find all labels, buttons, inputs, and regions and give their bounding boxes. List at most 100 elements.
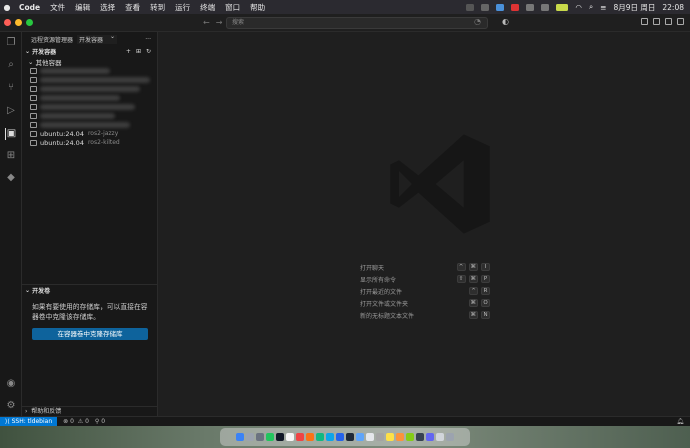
app-icon[interactable] — [416, 433, 424, 441]
app-icon[interactable] — [326, 433, 334, 441]
menu-window[interactable]: 窗口 — [220, 2, 245, 13]
shortcut-open-file-folder[interactable]: 打开文件或文件夹 ⌘ O — [360, 298, 490, 308]
accounts-contrast-icon[interactable]: ◐ — [502, 17, 509, 26]
menu-selection[interactable]: 选择 — [95, 2, 120, 13]
shortcut-open-chat[interactable]: 打开聊天 ^ ⌘ I — [360, 262, 490, 272]
app-icon[interactable] — [396, 433, 404, 441]
minimize-window-button[interactable] — [15, 19, 22, 26]
ports-status[interactable]: ⚲ 0 — [95, 418, 105, 425]
container-row-hidden[interactable] — [22, 93, 157, 102]
battery-icon[interactable] — [556, 3, 569, 11]
close-window-button[interactable] — [4, 19, 11, 26]
trash-icon[interactable] — [446, 433, 454, 441]
app-icon[interactable] — [376, 433, 384, 441]
menu-run[interactable]: 运行 — [170, 2, 195, 13]
command-center-search[interactable]: 搜索 — [226, 17, 488, 29]
help-feedback-section[interactable]: › 帮助和反馈 — [22, 406, 158, 416]
activity-bar: ❐ ⌕ ⑂ ▷ ▣ ⊞ ◆ ◉ ⚙ — [0, 32, 22, 416]
sidebar-title: 远程资源管理器 — [31, 36, 74, 44]
wifi-icon[interactable]: ◠ — [575, 3, 582, 12]
extensions-icon[interactable]: ⊞ — [5, 150, 17, 162]
app-icon[interactable] — [426, 433, 434, 441]
app-icon[interactable] — [366, 433, 374, 441]
app-icon[interactable] — [356, 433, 364, 441]
key-cap: ⇧ — [456, 275, 466, 283]
toggle-primary-sidebar-icon[interactable] — [641, 18, 648, 25]
source-control-icon[interactable]: ⑂ — [5, 82, 17, 94]
container-row[interactable]: ubuntu:24.04 ros2-kilted — [22, 138, 157, 147]
menu-file[interactable]: 文件 — [45, 2, 70, 13]
tray-icon[interactable] — [481, 3, 490, 11]
tray-icon[interactable] — [496, 3, 505, 11]
app-icon[interactable] — [346, 433, 354, 441]
container-row-hidden[interactable] — [22, 66, 157, 75]
menu-edit[interactable]: 编辑 — [70, 2, 95, 13]
customize-layout-icon[interactable] — [677, 18, 684, 25]
search-icon[interactable]: ⌕ — [589, 2, 593, 12]
menu-go[interactable]: 转到 — [145, 2, 170, 13]
account-icon[interactable]: ◉ — [5, 378, 17, 390]
python-icon[interactable]: ◆ — [5, 172, 17, 184]
app-icon[interactable] — [306, 433, 314, 441]
copilot-icon[interactable]: ◔ — [474, 17, 481, 26]
apple-icon[interactable]: ● — [0, 3, 14, 12]
container-row-hidden[interactable] — [22, 84, 157, 93]
container-name: ubuntu:24.04 — [40, 138, 84, 147]
explorer-icon[interactable]: ❐ — [5, 37, 17, 49]
menu-help[interactable]: 帮助 — [245, 2, 270, 13]
app-icon[interactable] — [406, 433, 414, 441]
notifications-bell-icon[interactable]: 🔔︎ — [676, 418, 684, 425]
finder-icon[interactable] — [236, 433, 244, 441]
settings-app-icon[interactable] — [256, 433, 264, 441]
chrome-icon[interactable] — [266, 433, 274, 441]
run-debug-icon[interactable]: ▷ — [5, 105, 17, 117]
typora-icon[interactable] — [286, 433, 294, 441]
container-row-hidden[interactable] — [22, 75, 157, 84]
wechat-icon[interactable] — [316, 433, 324, 441]
menubar-date[interactable]: 8月9日 周日 — [613, 2, 655, 13]
back-arrow-icon[interactable]: ← — [203, 18, 210, 27]
section-dev-containers[interactable]: ⌄ 开发容器 + ⊞ ↻ — [22, 46, 157, 57]
menu-view[interactable]: 查看 — [120, 2, 145, 13]
notes-icon[interactable] — [386, 433, 394, 441]
toggle-panel-icon[interactable] — [653, 18, 660, 25]
menubar-time[interactable]: 22:08 — [662, 3, 684, 12]
remote-type-dropdown[interactable]: 开发容器 — [77, 33, 118, 44]
container-row-hidden[interactable] — [22, 120, 157, 129]
new-window-icon[interactable]: ⊞ — [136, 48, 141, 55]
clone-in-volume-button[interactable]: 在容器卷中克隆存储库 — [32, 328, 148, 340]
group-other-containers[interactable]: ⌄ 其他容器 — [22, 57, 157, 67]
app-icon[interactable] — [296, 433, 304, 441]
shortcut-new-untitled[interactable]: 新的无标题文本文件 ⌘ N — [360, 310, 490, 320]
add-icon[interactable]: + — [126, 48, 131, 55]
toggle-secondary-sidebar-icon[interactable] — [665, 18, 672, 25]
container-icon — [30, 76, 37, 83]
tray-icon[interactable] — [526, 3, 535, 11]
tray-icon[interactable] — [466, 3, 475, 11]
launchpad-icon[interactable] — [246, 433, 254, 441]
shortcut-open-recent[interactable]: 打开最近的文件 ^ R — [360, 286, 490, 296]
shortcut-show-commands[interactable]: 显示所有命令 ⇧ ⌘ P — [360, 274, 490, 284]
settings-gear-icon[interactable]: ⚙ — [5, 400, 17, 412]
search-icon[interactable]: ⌕ — [5, 59, 17, 71]
problems-status[interactable]: ⊗ 0 ⚠ 0 — [63, 418, 89, 425]
container-row[interactable]: ubuntu:24.04 ros2-jazzy — [22, 129, 157, 138]
tray-icon[interactable] — [511, 3, 520, 11]
menu-terminal[interactable]: 终端 — [195, 2, 220, 13]
remote-indicator[interactable]: ⟩⟨ SSH: tldebian — [0, 416, 58, 427]
downloads-icon[interactable] — [436, 433, 444, 441]
remote-explorer-icon[interactable]: ▣ — [5, 128, 17, 140]
forward-arrow-icon[interactable]: → — [216, 18, 223, 27]
section-header-volumes[interactable]: ⌄ 开发卷 — [22, 285, 158, 296]
container-row-hidden[interactable] — [22, 102, 157, 111]
control-center-icon[interactable]: ≡ — [600, 3, 606, 12]
more-actions-icon[interactable]: ··· — [145, 36, 157, 43]
zoom-window-button[interactable] — [26, 19, 33, 26]
tray-icon[interactable] — [541, 3, 550, 11]
refresh-icon[interactable]: ↻ — [146, 48, 151, 55]
vscode-dock-icon[interactable] — [336, 433, 344, 441]
shortcut-label: 显示所有命令 — [360, 276, 397, 284]
container-row-hidden[interactable] — [22, 111, 157, 120]
terminal-app-icon[interactable] — [276, 433, 284, 441]
menu-app[interactable]: Code — [14, 3, 45, 12]
